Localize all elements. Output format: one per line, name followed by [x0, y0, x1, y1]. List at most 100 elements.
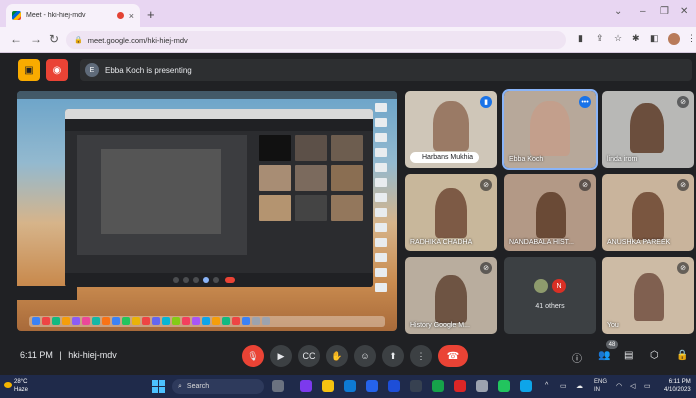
- mac-menu-bar: [17, 91, 397, 99]
- mic-off-icon: ⊘: [579, 179, 591, 191]
- bookmark-star-icon[interactable]: ☆: [614, 33, 622, 44]
- participant-tile[interactable]: ⊘ NANDABALA HIST...: [504, 174, 596, 251]
- weather-widget[interactable]: 28°C Haze: [4, 378, 28, 394]
- store-icon[interactable]: [366, 380, 378, 392]
- info-icon[interactable]: ⓘ: [572, 350, 582, 365]
- stop-presenting-icon[interactable]: ◉: [46, 59, 68, 81]
- side-panel-icon[interactable]: ◧: [650, 33, 659, 44]
- browser-tab-meet[interactable]: Meet - hki-hiej-mdv ×: [6, 4, 140, 27]
- self-tile[interactable]: ⊘ You: [602, 257, 694, 334]
- participant-tile[interactable]: ⊘ ANUSHKA PAREEK: [602, 174, 694, 251]
- present-button[interactable]: ⬆: [382, 345, 404, 367]
- recording-dot-icon: [116, 12, 124, 19]
- new-tab-button[interactable]: +: [147, 7, 155, 22]
- profile-avatar[interactable]: [668, 33, 680, 45]
- others-tile[interactable]: N 41 others: [504, 257, 596, 334]
- chat-icon[interactable]: ▤: [624, 350, 633, 361]
- task-view-icon[interactable]: [272, 380, 284, 392]
- participant-name: NANDABALA HIST...: [509, 239, 574, 246]
- camera-toggle-button[interactable]: ▶: [270, 345, 292, 367]
- host-controls-icon[interactable]: 🔒: [676, 350, 688, 361]
- others-avatar: [534, 279, 548, 293]
- close-window-icon[interactable]: ✕: [680, 6, 688, 17]
- participant-name: RADHIKA CHADHA: [410, 239, 473, 246]
- presenting-banner: E Ebba Koch is presenting: [80, 59, 692, 81]
- mic-off-icon: ⊘: [677, 179, 689, 191]
- address-bar[interactable]: 🔒 meet.google.com/hki-hiej-mdv: [66, 31, 566, 49]
- people-count-badge: 48: [606, 340, 618, 349]
- edge-icon[interactable]: [344, 380, 356, 392]
- windows-taskbar: 28°C Haze ⌕ Search ^ ▭ ☁ ENG IN ◠ ◁ ▭ 6:1…: [0, 375, 696, 398]
- meeting-code: hki-hiej-mdv: [68, 350, 117, 360]
- participant-tile[interactable]: ⊘ linda irom: [602, 91, 694, 168]
- acrobat-icon[interactable]: [454, 380, 466, 392]
- meeting-info: 6:11 PM | hki-hiej-mdv: [20, 350, 117, 360]
- browser-menu-icon[interactable]: ⋮: [687, 33, 696, 44]
- taskbar-clock[interactable]: 6:11 PM 4/10/2023: [664, 378, 691, 394]
- chevron-up-icon[interactable]: ^: [545, 382, 548, 389]
- activities-icon[interactable]: ⬡: [650, 350, 659, 361]
- settings-icon[interactable]: [476, 380, 488, 392]
- mic-off-icon: ⊘: [480, 179, 492, 191]
- weather-temp: 28°C: [14, 379, 28, 385]
- file-explorer-icon[interactable]: [322, 380, 334, 392]
- more-options-button[interactable]: ⋮: [410, 345, 432, 367]
- presenting-text: Ebba Koch is presenting: [105, 65, 192, 75]
- minimize-icon[interactable]: –: [640, 6, 646, 17]
- chevron-down-icon[interactable]: ⌄: [614, 6, 622, 17]
- participant-tile[interactable]: ⊘ RADHIKA CHADHA: [405, 174, 497, 251]
- volume-icon[interactable]: ◁: [630, 382, 635, 390]
- chrome-icon[interactable]: [432, 380, 444, 392]
- speaking-indicator-icon: ▮: [480, 96, 492, 108]
- share-icon[interactable]: ⇪: [596, 33, 604, 44]
- battery-icon[interactable]: ▭: [560, 382, 567, 390]
- participant-name: History Google M...: [410, 322, 470, 329]
- participant-name: linda irom: [607, 156, 638, 163]
- mic-off-icon: ⊘: [480, 262, 492, 274]
- chrome-profile-icon[interactable]: [498, 380, 510, 392]
- participant-name: Harbans Mukhia: [410, 152, 479, 163]
- presenter-avatar: E: [85, 63, 99, 77]
- search-icon: ⌕: [178, 382, 182, 390]
- shared-meet-window: [65, 109, 373, 287]
- browser-tab-strip: Meet - hki-hiej-mdv × + ⌄ – ❐ ✕: [0, 0, 696, 27]
- restore-icon[interactable]: ❐: [660, 6, 669, 17]
- desktop-icons: [375, 103, 391, 293]
- extensions-icon[interactable]: ✱: [632, 33, 640, 44]
- participant-tile[interactable]: ⊘ History Google M...: [405, 257, 497, 334]
- haze-weather-icon: [4, 382, 12, 388]
- emoji-button[interactable]: ☺: [354, 345, 376, 367]
- taskbar-search[interactable]: ⌕ Search: [172, 379, 264, 394]
- people-icon[interactable]: 👥: [598, 350, 610, 361]
- language-indicator[interactable]: ENG IN: [594, 378, 607, 394]
- participant-tile[interactable]: ▮ Harbans Mukhia: [405, 91, 497, 168]
- present-to-all-icon[interactable]: ▣: [18, 59, 40, 81]
- mic-toggle-button[interactable]: 🎙: [242, 345, 264, 367]
- participant-name: Ebba Koch: [509, 156, 544, 163]
- forward-button[interactable]: →: [30, 32, 42, 46]
- camera-permission-icon[interactable]: ▮: [578, 33, 583, 44]
- teams-icon[interactable]: [300, 380, 312, 392]
- meet-header: ▣ ◉ E Ebba Koch is presenting: [0, 53, 696, 87]
- notepad-icon[interactable]: [410, 380, 422, 392]
- wifi-icon[interactable]: ◠: [616, 382, 622, 390]
- word-icon[interactable]: [388, 380, 400, 392]
- mic-off-icon: ⊘: [677, 96, 689, 108]
- shared-left-panel: [17, 286, 77, 300]
- meet-favicon-icon: [12, 11, 21, 20]
- app-icon[interactable]: [520, 380, 532, 392]
- more-options-icon[interactable]: •••: [579, 96, 591, 108]
- start-button[interactable]: [152, 380, 165, 393]
- screen: Meet - hki-hiej-mdv × + ⌄ – ❐ ✕ ← → ↻ 🔒 …: [0, 0, 696, 398]
- cloud-icon[interactable]: ☁: [576, 382, 583, 390]
- raise-hand-button[interactable]: ✋: [326, 345, 348, 367]
- battery-status-icon[interactable]: ▭: [644, 382, 651, 390]
- participant-tile[interactable]: ••• Ebba Koch: [502, 89, 598, 170]
- captions-button[interactable]: CC: [298, 345, 320, 367]
- end-call-button[interactable]: ☎: [438, 345, 468, 367]
- shared-screen: [17, 91, 397, 331]
- reload-button[interactable]: ↻: [49, 32, 59, 46]
- meet-control-bar: 6:11 PM | hki-hiej-mdv 🎙 ▶ CC ✋ ☺ ⬆ ⋮ ☎ …: [0, 337, 696, 375]
- back-button[interactable]: ←: [10, 32, 22, 46]
- tab-close-button[interactable]: ×: [129, 11, 134, 21]
